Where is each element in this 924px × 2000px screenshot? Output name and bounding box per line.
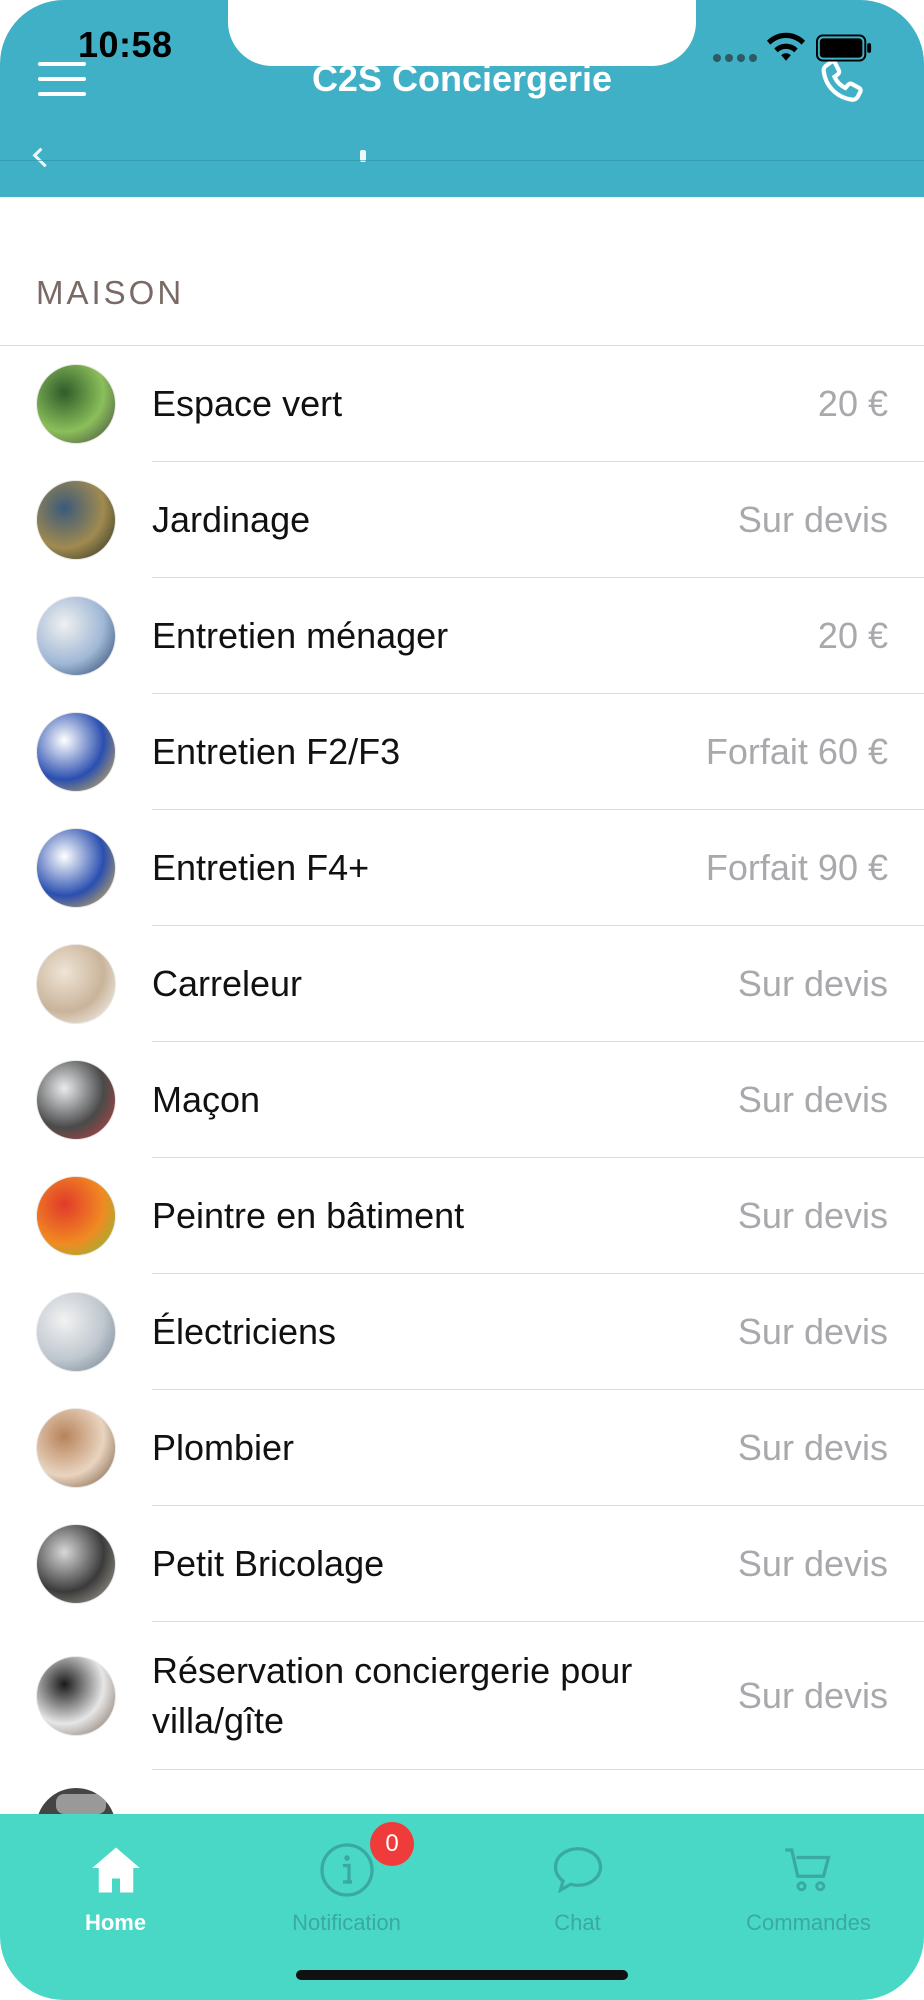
tab-home[interactable]: Home — [0, 1830, 231, 1950]
service-row[interactable]: Plombier Sur devis — [0, 1390, 924, 1506]
service-label: Entretien F4+ — [152, 847, 370, 888]
tab-chat[interactable]: Chat — [462, 1830, 693, 1950]
tab-chat-label: Chat — [554, 1910, 601, 1935]
info-icon — [319, 1843, 374, 1897]
battery-icon — [816, 34, 872, 62]
service-price: Forfait 90 € — [705, 847, 888, 888]
service-price: 20 € — [817, 383, 888, 424]
service-price: Sur devis — [737, 1311, 888, 1352]
cart-icon — [784, 1848, 831, 1892]
service-row[interactable]: Entretien F4+ Forfait 90 € — [0, 810, 924, 926]
service-label: Petit Bricolage — [152, 1543, 385, 1584]
tab-commandes-label: Commandes — [746, 1910, 871, 1935]
service-thumbnail — [36, 596, 116, 676]
tab-home-label: Home — [84, 1910, 147, 1935]
tab-commandes[interactable]: Commandes — [693, 1830, 924, 1950]
service-row[interactable]: Peintre en bâtiment Sur devis — [0, 1158, 924, 1274]
home-indicator[interactable] — [296, 1970, 628, 1980]
wifi-icon — [766, 32, 806, 61]
service-thumbnail — [36, 1060, 116, 1140]
service-thumbnail — [36, 1656, 116, 1736]
service-price: Sur devis — [737, 1427, 888, 1468]
service-label: Réservation conciergerie pour villa/gîte — [152, 1650, 633, 1741]
service-thumbnail — [36, 1176, 116, 1256]
header-divider — [0, 160, 924, 161]
cellular-signal-icon — [713, 54, 757, 62]
service-row[interactable]: Électriciens Sur devis — [0, 1274, 924, 1390]
service-row[interactable]: Réservation conciergerie pour villa/gîte… — [0, 1622, 924, 1770]
service-thumbnail — [36, 828, 116, 908]
device-notch — [228, 0, 696, 66]
service-price: Sur devis — [737, 499, 888, 540]
service-row[interactable]: Carreleur Sur devis — [0, 926, 924, 1042]
service-thumbnail — [36, 944, 116, 1024]
service-row[interactable]: Jardinage Sur devis — [0, 462, 924, 578]
service-price: Sur devis — [737, 963, 888, 1004]
service-row[interactable]: Entretien F2/F3 Forfait 60 € — [0, 694, 924, 810]
service-label: Peintre en bâtiment — [152, 1195, 465, 1236]
service-thumbnail — [36, 480, 116, 560]
app-header: C2S Conciergerie 10:58 — [0, 0, 924, 197]
tab-notification[interactable]: Notification — [231, 1830, 462, 1950]
tab-notification-label: Notification — [292, 1910, 401, 1935]
service-label: Jardinage — [152, 499, 311, 540]
phone-screen: C2S Conciergerie 10:58 MAISON Espace ver… — [0, 0, 924, 2000]
notification-badge: 0 — [370, 1822, 414, 1866]
service-label: Plombier — [152, 1427, 295, 1468]
service-row[interactable]: Espace vert 20 € — [0, 346, 924, 462]
back-chevron-icon — [32, 147, 53, 168]
service-thumbnail — [36, 712, 116, 792]
service-label: Espace vert — [152, 383, 343, 424]
service-price: Sur devis — [737, 1675, 888, 1716]
service-price: Sur devis — [737, 1195, 888, 1236]
service-label: Électriciens — [152, 1311, 337, 1352]
phone-call-icon[interactable] — [816, 56, 872, 112]
status-time: 10:58 — [78, 24, 173, 65]
service-label: Carreleur — [152, 963, 303, 1004]
service-thumbnail — [36, 1292, 116, 1372]
service-list: Espace vert 20 € Jardinage Sur devis Entreti… — [0, 346, 924, 1770]
home-icon — [91, 1847, 140, 1893]
service-row[interactable]: Petit Bricolage Sur devis — [0, 1506, 924, 1622]
service-price: 20 € — [817, 615, 888, 656]
row-divider — [152, 1769, 924, 1770]
service-row[interactable]: Entretien ménager 20 € — [0, 578, 924, 694]
section-title-maison: MAISON — [36, 274, 185, 311]
service-thumbnail — [36, 1524, 116, 1604]
service-price: Sur devis — [737, 1543, 888, 1584]
service-thumbnail — [36, 1408, 116, 1488]
service-price: Forfait 60 € — [705, 731, 888, 772]
service-label: Entretien ménager — [152, 615, 449, 656]
service-label: Entretien F2/F3 — [152, 731, 401, 772]
chat-bubble-icon — [553, 1847, 602, 1894]
service-label: Maçon — [152, 1079, 261, 1120]
service-price: Sur devis — [737, 1079, 888, 1120]
service-thumbnail — [36, 364, 116, 444]
service-row[interactable]: Maçon Sur devis — [0, 1042, 924, 1158]
